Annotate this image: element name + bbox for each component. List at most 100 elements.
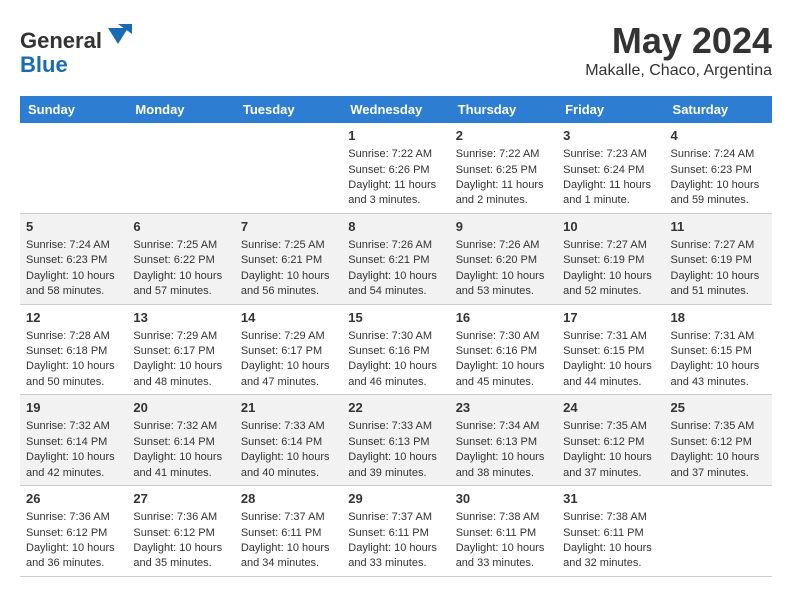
day-number: 1 <box>348 127 443 145</box>
day-cell-5-7 <box>665 486 772 577</box>
day-info: Sunrise: 7:32 AM <box>26 419 121 434</box>
day-info: Sunrise: 7:30 AM <box>456 329 551 344</box>
logo-blue: Blue <box>20 52 68 77</box>
day-info: Daylight: 10 hours and 51 minutes. <box>671 269 766 300</box>
day-info: Sunset: 6:19 PM <box>671 253 766 268</box>
day-info: Sunrise: 7:26 AM <box>348 238 443 253</box>
day-number: 13 <box>133 309 228 327</box>
day-header-sunday: Sunday <box>20 96 127 123</box>
day-info: Daylight: 10 hours and 46 minutes. <box>348 359 443 390</box>
week-row-1: 1Sunrise: 7:22 AMSunset: 6:26 PMDaylight… <box>20 123 772 213</box>
day-cell-4-2: 20Sunrise: 7:32 AMSunset: 6:14 PMDayligh… <box>127 395 234 486</box>
page-header: General Blue May 2024 Makalle, Chaco, Ar… <box>20 20 772 80</box>
day-number: 4 <box>671 127 766 145</box>
day-cell-5-5: 30Sunrise: 7:38 AMSunset: 6:11 PMDayligh… <box>450 486 557 577</box>
day-number: 9 <box>456 218 551 236</box>
day-info: Sunrise: 7:35 AM <box>671 419 766 434</box>
day-cell-1-5: 2Sunrise: 7:22 AMSunset: 6:25 PMDaylight… <box>450 123 557 213</box>
day-cell-5-1: 26Sunrise: 7:36 AMSunset: 6:12 PMDayligh… <box>20 486 127 577</box>
day-number: 31 <box>563 490 658 508</box>
day-info: Daylight: 10 hours and 33 minutes. <box>348 541 443 572</box>
day-info: Sunset: 6:12 PM <box>563 435 658 450</box>
logo: General Blue <box>20 20 132 77</box>
day-cell-1-2 <box>127 123 234 213</box>
day-cell-5-3: 28Sunrise: 7:37 AMSunset: 6:11 PMDayligh… <box>235 486 342 577</box>
title-block: May 2024 Makalle, Chaco, Argentina <box>585 20 772 80</box>
day-header-thursday: Thursday <box>450 96 557 123</box>
day-info: Sunset: 6:23 PM <box>671 163 766 178</box>
day-number: 15 <box>348 309 443 327</box>
day-cell-1-7: 4Sunrise: 7:24 AMSunset: 6:23 PMDaylight… <box>665 123 772 213</box>
day-info: Sunset: 6:12 PM <box>133 526 228 541</box>
day-info: Daylight: 10 hours and 58 minutes. <box>26 269 121 300</box>
day-info: Sunset: 6:17 PM <box>133 344 228 359</box>
day-info: Sunset: 6:16 PM <box>348 344 443 359</box>
day-info: Sunset: 6:18 PM <box>26 344 121 359</box>
day-number: 22 <box>348 399 443 417</box>
day-number: 5 <box>26 218 121 236</box>
day-number: 25 <box>671 399 766 417</box>
day-info: Daylight: 10 hours and 33 minutes. <box>456 541 551 572</box>
day-info: Daylight: 10 hours and 40 minutes. <box>241 450 336 481</box>
day-info: Sunset: 6:12 PM <box>26 526 121 541</box>
day-cell-3-6: 17Sunrise: 7:31 AMSunset: 6:15 PMDayligh… <box>557 304 664 395</box>
header-row: SundayMondayTuesdayWednesdayThursdayFrid… <box>20 96 772 123</box>
week-row-5: 26Sunrise: 7:36 AMSunset: 6:12 PMDayligh… <box>20 486 772 577</box>
day-info: Daylight: 10 hours and 45 minutes. <box>456 359 551 390</box>
day-info: Daylight: 10 hours and 48 minutes. <box>133 359 228 390</box>
day-number: 27 <box>133 490 228 508</box>
day-info: Daylight: 10 hours and 37 minutes. <box>563 450 658 481</box>
day-info: Daylight: 10 hours and 34 minutes. <box>241 541 336 572</box>
day-cell-5-2: 27Sunrise: 7:36 AMSunset: 6:12 PMDayligh… <box>127 486 234 577</box>
calendar-table: SundayMondayTuesdayWednesdayThursdayFrid… <box>20 96 772 577</box>
day-number: 2 <box>456 127 551 145</box>
day-info: Daylight: 10 hours and 53 minutes. <box>456 269 551 300</box>
day-info: Sunset: 6:14 PM <box>241 435 336 450</box>
day-cell-1-6: 3Sunrise: 7:23 AMSunset: 6:24 PMDaylight… <box>557 123 664 213</box>
day-number: 11 <box>671 218 766 236</box>
day-cell-5-4: 29Sunrise: 7:37 AMSunset: 6:11 PMDayligh… <box>342 486 449 577</box>
day-header-monday: Monday <box>127 96 234 123</box>
day-info: Daylight: 10 hours and 52 minutes. <box>563 269 658 300</box>
day-cell-3-5: 16Sunrise: 7:30 AMSunset: 6:16 PMDayligh… <box>450 304 557 395</box>
day-number: 6 <box>133 218 228 236</box>
day-cell-4-6: 24Sunrise: 7:35 AMSunset: 6:12 PMDayligh… <box>557 395 664 486</box>
week-row-2: 5Sunrise: 7:24 AMSunset: 6:23 PMDaylight… <box>20 213 772 304</box>
day-cell-2-1: 5Sunrise: 7:24 AMSunset: 6:23 PMDaylight… <box>20 213 127 304</box>
day-cell-2-6: 10Sunrise: 7:27 AMSunset: 6:19 PMDayligh… <box>557 213 664 304</box>
day-info: Sunset: 6:20 PM <box>456 253 551 268</box>
day-number: 29 <box>348 490 443 508</box>
day-cell-5-6: 31Sunrise: 7:38 AMSunset: 6:11 PMDayligh… <box>557 486 664 577</box>
day-number: 30 <box>456 490 551 508</box>
day-info: Sunset: 6:16 PM <box>456 344 551 359</box>
day-info: Daylight: 10 hours and 56 minutes. <box>241 269 336 300</box>
day-info: Daylight: 10 hours and 50 minutes. <box>26 359 121 390</box>
day-cell-3-1: 12 Sunrise: 7:28 AMSunset: 6:18 PMDayligh… <box>20 304 127 395</box>
day-number: 8 <box>348 218 443 236</box>
day-info: Daylight: 10 hours and 36 minutes. <box>26 541 121 572</box>
day-info: Sunrise: 7:31 AM <box>671 329 766 344</box>
day-info: Sunrise: 7:33 AM <box>348 419 443 434</box>
day-cell-4-4: 22Sunrise: 7:33 AMSunset: 6:13 PMDayligh… <box>342 395 449 486</box>
day-info: Sunset: 6:15 PM <box>563 344 658 359</box>
day-info: Sunrise: 7:37 AM <box>348 510 443 525</box>
day-info: Sunrise: 7:32 AM <box>133 419 228 434</box>
day-header-friday: Friday <box>557 96 664 123</box>
day-info: Sunrise: 7:24 AM <box>671 147 766 162</box>
day-info: Sunrise: 7:30 AM <box>348 329 443 344</box>
day-info: Daylight: 10 hours and 57 minutes. <box>133 269 228 300</box>
logo-general: General <box>20 28 102 53</box>
day-info: Sunrise: 7:28 AM <box>26 329 121 344</box>
day-info: Sunrise: 7:25 AM <box>133 238 228 253</box>
day-info: Daylight: 10 hours and 38 minutes. <box>456 450 551 481</box>
day-cell-3-2: 13Sunrise: 7:29 AMSunset: 6:17 PMDayligh… <box>127 304 234 395</box>
day-info: Sunset: 6:13 PM <box>348 435 443 450</box>
day-cell-1-4: 1Sunrise: 7:22 AMSunset: 6:26 PMDaylight… <box>342 123 449 213</box>
day-info: Sunset: 6:14 PM <box>133 435 228 450</box>
day-info: Daylight: 10 hours and 37 minutes. <box>671 450 766 481</box>
day-info: Sunrise: 7:37 AM <box>241 510 336 525</box>
day-info: Sunset: 6:13 PM <box>456 435 551 450</box>
day-info: Sunset: 6:24 PM <box>563 163 658 178</box>
day-info: Sunrise: 7:23 AM <box>563 147 658 162</box>
day-number: 12 <box>26 309 121 327</box>
